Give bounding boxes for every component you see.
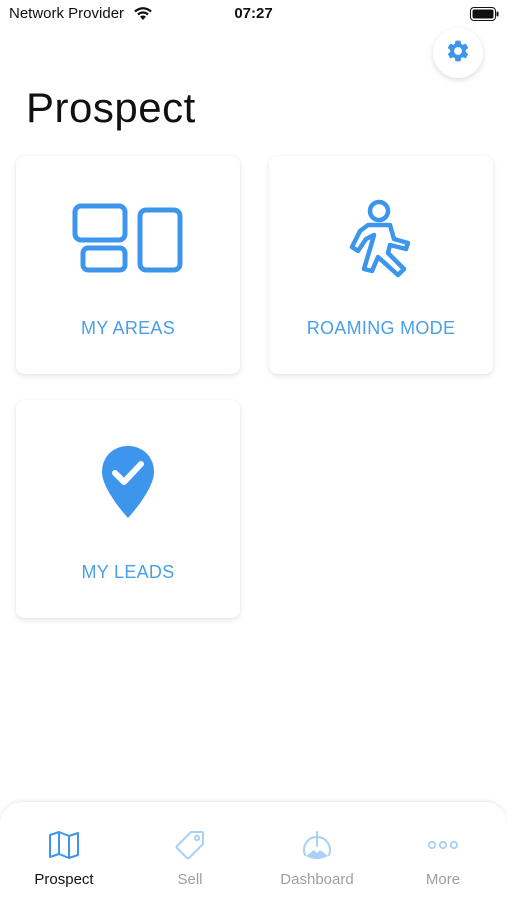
battery-icon <box>470 7 500 21</box>
nav-item-dashboard[interactable]: Dashboard <box>254 802 380 900</box>
tag-icon <box>127 828 253 862</box>
walking-person-icon <box>269 198 493 278</box>
page-title: Prospect <box>26 84 196 131</box>
bottom-nav: Prospect Sell Dashboard More <box>0 802 507 900</box>
nav-label-sell: Sell <box>177 871 203 888</box>
prospect-screen: Network Provider 07:27 Prospect MY AREAS… <box>0 0 507 900</box>
nav-label-more: More <box>425 871 461 888</box>
nav-label-dashboard: Dashboard <box>280 871 354 888</box>
gauge-icon <box>254 828 380 862</box>
status-bar: Network Provider 07:27 <box>0 0 507 28</box>
settings-button[interactable] <box>433 28 483 78</box>
nav-item-sell[interactable]: Sell <box>127 802 253 900</box>
gear-icon <box>445 38 471 69</box>
my-areas-label: MY AREAS <box>80 318 176 338</box>
more-dots-icon <box>380 828 506 862</box>
nav-item-more[interactable]: More <box>380 802 506 900</box>
nav-item-prospect[interactable]: Prospect <box>1 802 127 900</box>
my-leads-label: MY LEADS <box>81 562 175 582</box>
status-time: 07:27 <box>234 5 273 22</box>
my-areas-tile[interactable]: MY AREAS <box>16 156 240 374</box>
location-check-icon <box>16 442 240 522</box>
my-leads-tile[interactable]: MY LEADS <box>16 400 240 618</box>
nav-label-prospect: Prospect <box>34 871 94 888</box>
map-icon <box>1 828 127 862</box>
roaming-mode-tile[interactable]: ROAMING MODE <box>269 156 493 374</box>
roaming-mode-label: ROAMING MODE <box>306 318 456 338</box>
areas-layout-icon <box>16 198 240 278</box>
